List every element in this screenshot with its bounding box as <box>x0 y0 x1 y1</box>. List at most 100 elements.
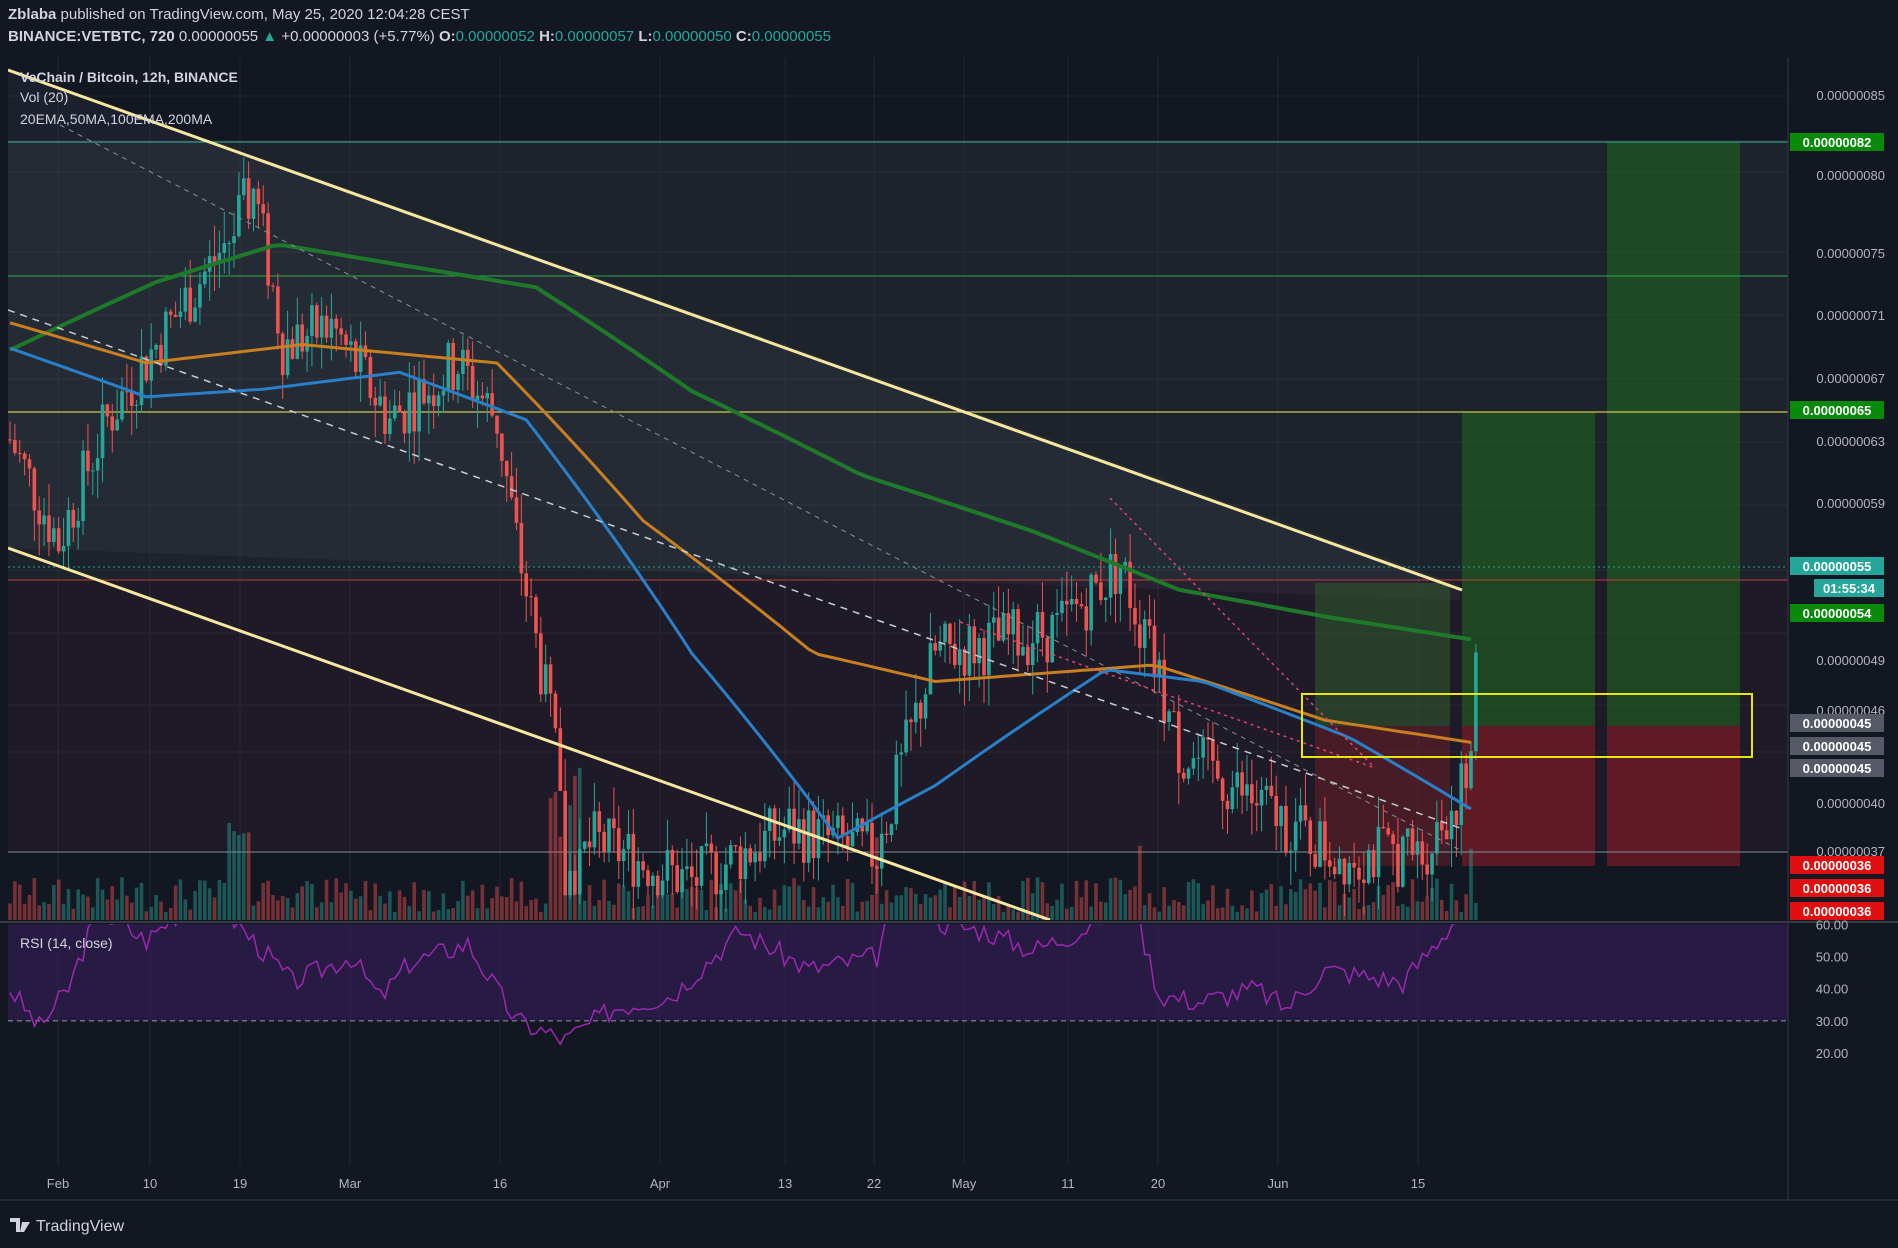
volume-bar <box>173 885 178 920</box>
price-tick: 0.00000059 <box>1816 496 1885 511</box>
volume-bar <box>626 891 631 920</box>
candle-body <box>168 311 173 315</box>
candle-body <box>1113 554 1118 594</box>
main-legend-title[interactable]: VeChain / Bitcoin, 12h, BINANCE <box>20 69 238 85</box>
candle-body <box>329 318 334 338</box>
volume-legend[interactable]: Vol (20) <box>20 89 68 105</box>
price-tick: 0.00000071 <box>1816 308 1885 323</box>
candle-body <box>1366 850 1371 884</box>
candle-body <box>310 305 314 336</box>
volume-bar <box>412 882 417 920</box>
volume-bar <box>987 882 991 920</box>
candle-body <box>962 649 967 676</box>
chart-canvas[interactable]: 0.00000085 0.00000080 0.00000075 0.00000071… <box>0 0 1898 1248</box>
volume-bar <box>388 891 392 920</box>
candle-body <box>1167 711 1171 723</box>
volume-bar <box>952 886 957 920</box>
volume-bar <box>397 890 402 920</box>
volume-bar <box>855 911 860 920</box>
candle-body <box>665 850 670 881</box>
candle-body <box>646 870 650 887</box>
candle-body <box>836 815 840 828</box>
volume-bar <box>865 900 869 920</box>
candle-body <box>290 339 295 359</box>
time-axis[interactable]: Feb 10 19 Mar 16 Apr 13 22 May 11 20 Jun 15 <box>47 1176 1425 1191</box>
volume-bar <box>582 900 587 920</box>
candle-body <box>782 829 787 838</box>
volume-bar <box>324 879 329 920</box>
candle-body <box>884 833 889 835</box>
candle-body <box>32 468 37 511</box>
candle-body <box>110 416 115 431</box>
volume-bar <box>641 906 645 920</box>
tradingview-brand[interactable]: TradingView <box>36 1218 124 1235</box>
volume-bar <box>129 902 134 920</box>
volume-bar <box>928 897 933 920</box>
volume-bar <box>1069 906 1074 920</box>
volume-bar <box>1074 880 1079 920</box>
volume-bar <box>1050 906 1054 920</box>
volume-bar <box>529 899 533 920</box>
tradingview-logo-icon[interactable] <box>10 1218 30 1232</box>
candle-body <box>1352 863 1356 868</box>
volume-bar <box>962 881 967 920</box>
volume-bar <box>777 905 782 920</box>
price-tick: 0.00000085 <box>1816 88 1885 103</box>
volume-bar <box>251 905 256 920</box>
volume-bar <box>17 884 22 920</box>
volume-bar <box>368 910 373 920</box>
candle-body <box>295 324 300 359</box>
candle-body <box>1035 612 1040 644</box>
candle-body <box>806 810 811 863</box>
volume-bar <box>884 890 889 920</box>
candle-body <box>568 870 572 896</box>
volume-bar <box>636 906 641 920</box>
volume-bar <box>1332 881 1337 920</box>
volume-bar <box>1352 888 1356 920</box>
ma-legend[interactable]: 20EMA,50MA,100EMA,200MA <box>20 111 213 127</box>
price-pill-text: 0.00000065 <box>1803 403 1872 418</box>
candle-body <box>383 396 387 434</box>
candle-body <box>772 808 777 841</box>
candle-body <box>300 324 304 352</box>
volume-bar <box>339 892 343 920</box>
volume-bar <box>1401 904 1405 920</box>
volume-bar <box>290 907 295 920</box>
volume-bar <box>115 899 119 920</box>
candle-body <box>139 356 144 405</box>
candle-body <box>27 459 32 469</box>
candle-body <box>889 824 894 835</box>
volume-bar <box>159 901 163 920</box>
volume-bar <box>52 884 56 920</box>
candle-body <box>1264 785 1269 790</box>
candle-body <box>577 848 582 895</box>
candle-body <box>1425 864 1429 875</box>
candle-body <box>1337 858 1342 875</box>
candle-body <box>13 440 17 453</box>
volume-bar <box>733 890 738 920</box>
volume-bar <box>451 908 455 920</box>
volume-bar <box>597 900 602 920</box>
candle-body <box>1327 860 1332 867</box>
volume-bar <box>1459 911 1464 920</box>
volume-bar <box>909 888 913 920</box>
volume-bar <box>207 888 212 920</box>
candle-body <box>17 452 22 454</box>
volume-bar <box>144 911 149 920</box>
volume-bar <box>90 907 95 920</box>
rsi-legend[interactable]: RSI (14, close) <box>20 935 113 951</box>
candle-body <box>188 287 192 322</box>
volume-bar <box>1177 902 1181 920</box>
candle-body <box>402 412 407 434</box>
rsi-tick: 50.00 <box>1816 949 1849 964</box>
volume-bar <box>1089 906 1093 920</box>
candle-body <box>592 811 597 848</box>
candle-body <box>461 349 465 375</box>
candle-body <box>178 311 183 318</box>
candle-body <box>694 877 699 886</box>
candle-body <box>52 528 56 542</box>
candle-body <box>534 597 538 634</box>
volume-bar <box>203 880 207 920</box>
volume-bar <box>967 895 972 920</box>
stop-zone-1 <box>1462 726 1595 866</box>
